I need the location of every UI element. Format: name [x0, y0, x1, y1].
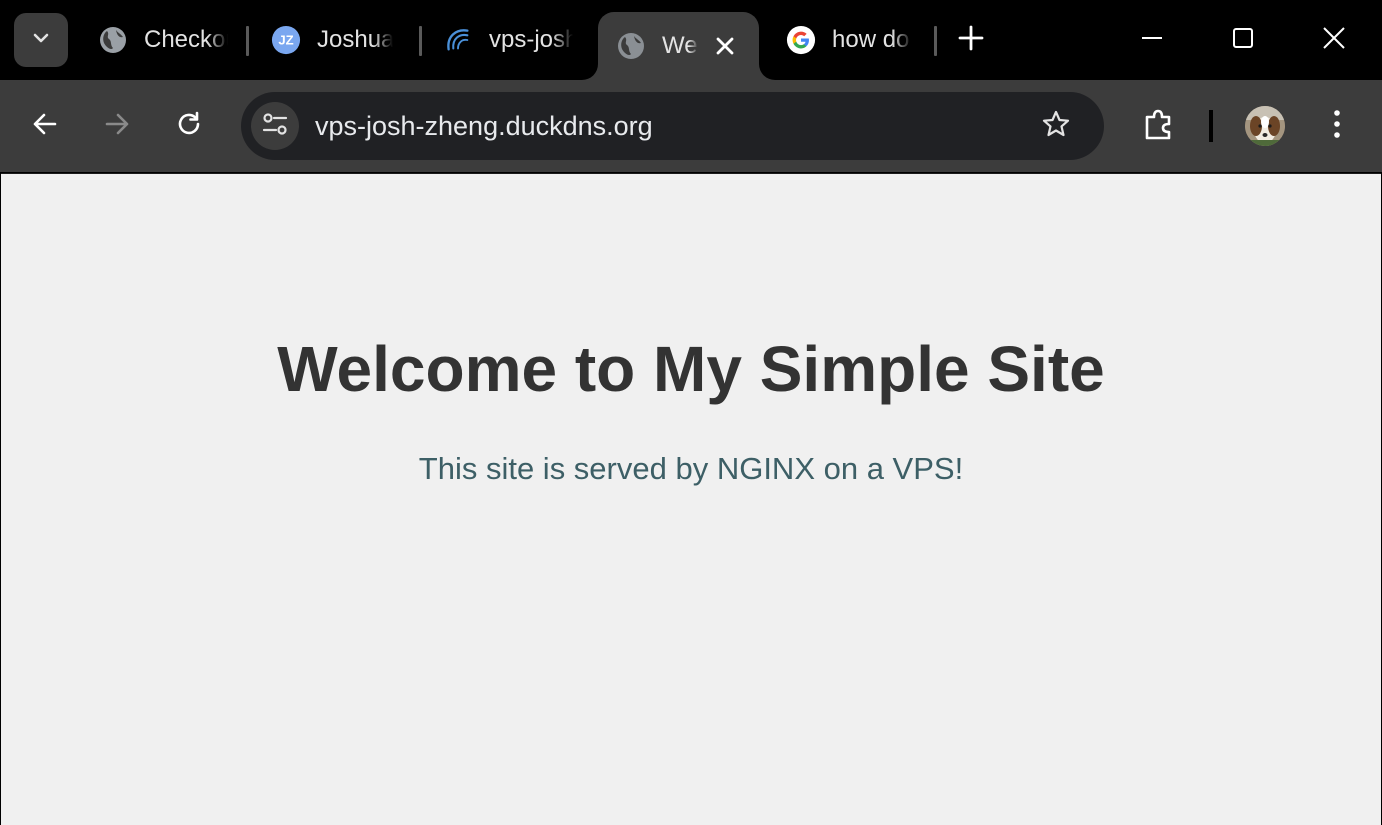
reload-icon: [175, 110, 203, 143]
jz-logo-icon: JZ: [271, 25, 301, 55]
arc-logo-icon: [443, 25, 473, 55]
tab-joshua[interactable]: JZ Joshua Zheng: [271, 12, 411, 68]
chevron-down-icon: [31, 28, 51, 53]
tab-welcome-active[interactable]: Welcome: [598, 12, 759, 80]
url-text[interactable]: vps-josh-zheng.duckdns.org: [315, 92, 653, 160]
tab-vps-josh[interactable]: vps-josh-zheng: [443, 12, 583, 68]
forward-button[interactable]: [95, 104, 139, 148]
browser-window: Checkout JZ Joshua Zheng vps: [0, 0, 1382, 825]
maximize-button[interactable]: [1223, 20, 1263, 60]
tune-icon: [261, 110, 289, 143]
arrow-left-icon: [31, 110, 59, 143]
page-subtitle: This site is served by NGINX on a VPS!: [418, 451, 964, 486]
tab-title: Welcome: [662, 32, 698, 59]
page-title: Welcome to My Simple Site: [277, 333, 1105, 405]
back-button[interactable]: [23, 104, 67, 148]
close-window-button[interactable]: [1314, 20, 1354, 60]
reload-button[interactable]: [167, 104, 211, 148]
address-bar[interactable]: vps-josh-zheng.duckdns.org: [241, 92, 1104, 160]
browser-toolbar: vps-josh-zheng.duckdns.org: [0, 80, 1382, 172]
avatar-dog-image: [1245, 106, 1285, 146]
tab-search-button[interactable]: [14, 13, 68, 67]
arrow-right-icon: [103, 110, 131, 143]
globe-icon: [616, 31, 646, 61]
tab-checkout[interactable]: Checkout: [98, 12, 238, 68]
plus-icon: [958, 25, 984, 56]
page-viewport: Welcome to My Simple Site This site is s…: [1, 173, 1381, 825]
maximize-icon: [1232, 27, 1254, 54]
profile-avatar[interactable]: [1245, 106, 1285, 146]
star-icon: [1041, 109, 1071, 144]
puzzle-icon: [1141, 107, 1175, 146]
tab-separator: [419, 26, 422, 56]
tab-separator: [934, 26, 937, 56]
tab-strip: Checkout JZ Joshua Zheng vps: [0, 0, 1382, 80]
bookmark-button[interactable]: [1034, 104, 1078, 148]
extensions-button[interactable]: [1136, 104, 1180, 148]
tab-separator: [246, 26, 249, 56]
toolbar-divider: [1209, 110, 1213, 142]
close-tab-icon[interactable]: [712, 33, 738, 59]
tab-title: how do: [832, 26, 910, 53]
minimize-button[interactable]: [1132, 20, 1172, 60]
minimize-icon: [1141, 27, 1163, 54]
globe-icon: [98, 25, 128, 55]
close-icon: [1322, 26, 1346, 55]
tab-title: Checkout: [144, 26, 228, 53]
tab-title: Joshua Zheng: [317, 26, 393, 53]
tab-how-do[interactable]: how do: [786, 12, 926, 68]
google-icon: [786, 25, 816, 55]
new-tab-button[interactable]: [955, 24, 987, 56]
tab-title: vps-josh-zheng: [489, 26, 573, 53]
menu-button[interactable]: [1315, 104, 1359, 148]
more-vert-icon: [1332, 108, 1342, 145]
site-info-button[interactable]: [251, 102, 299, 150]
svg-text:JZ: JZ: [278, 33, 293, 48]
